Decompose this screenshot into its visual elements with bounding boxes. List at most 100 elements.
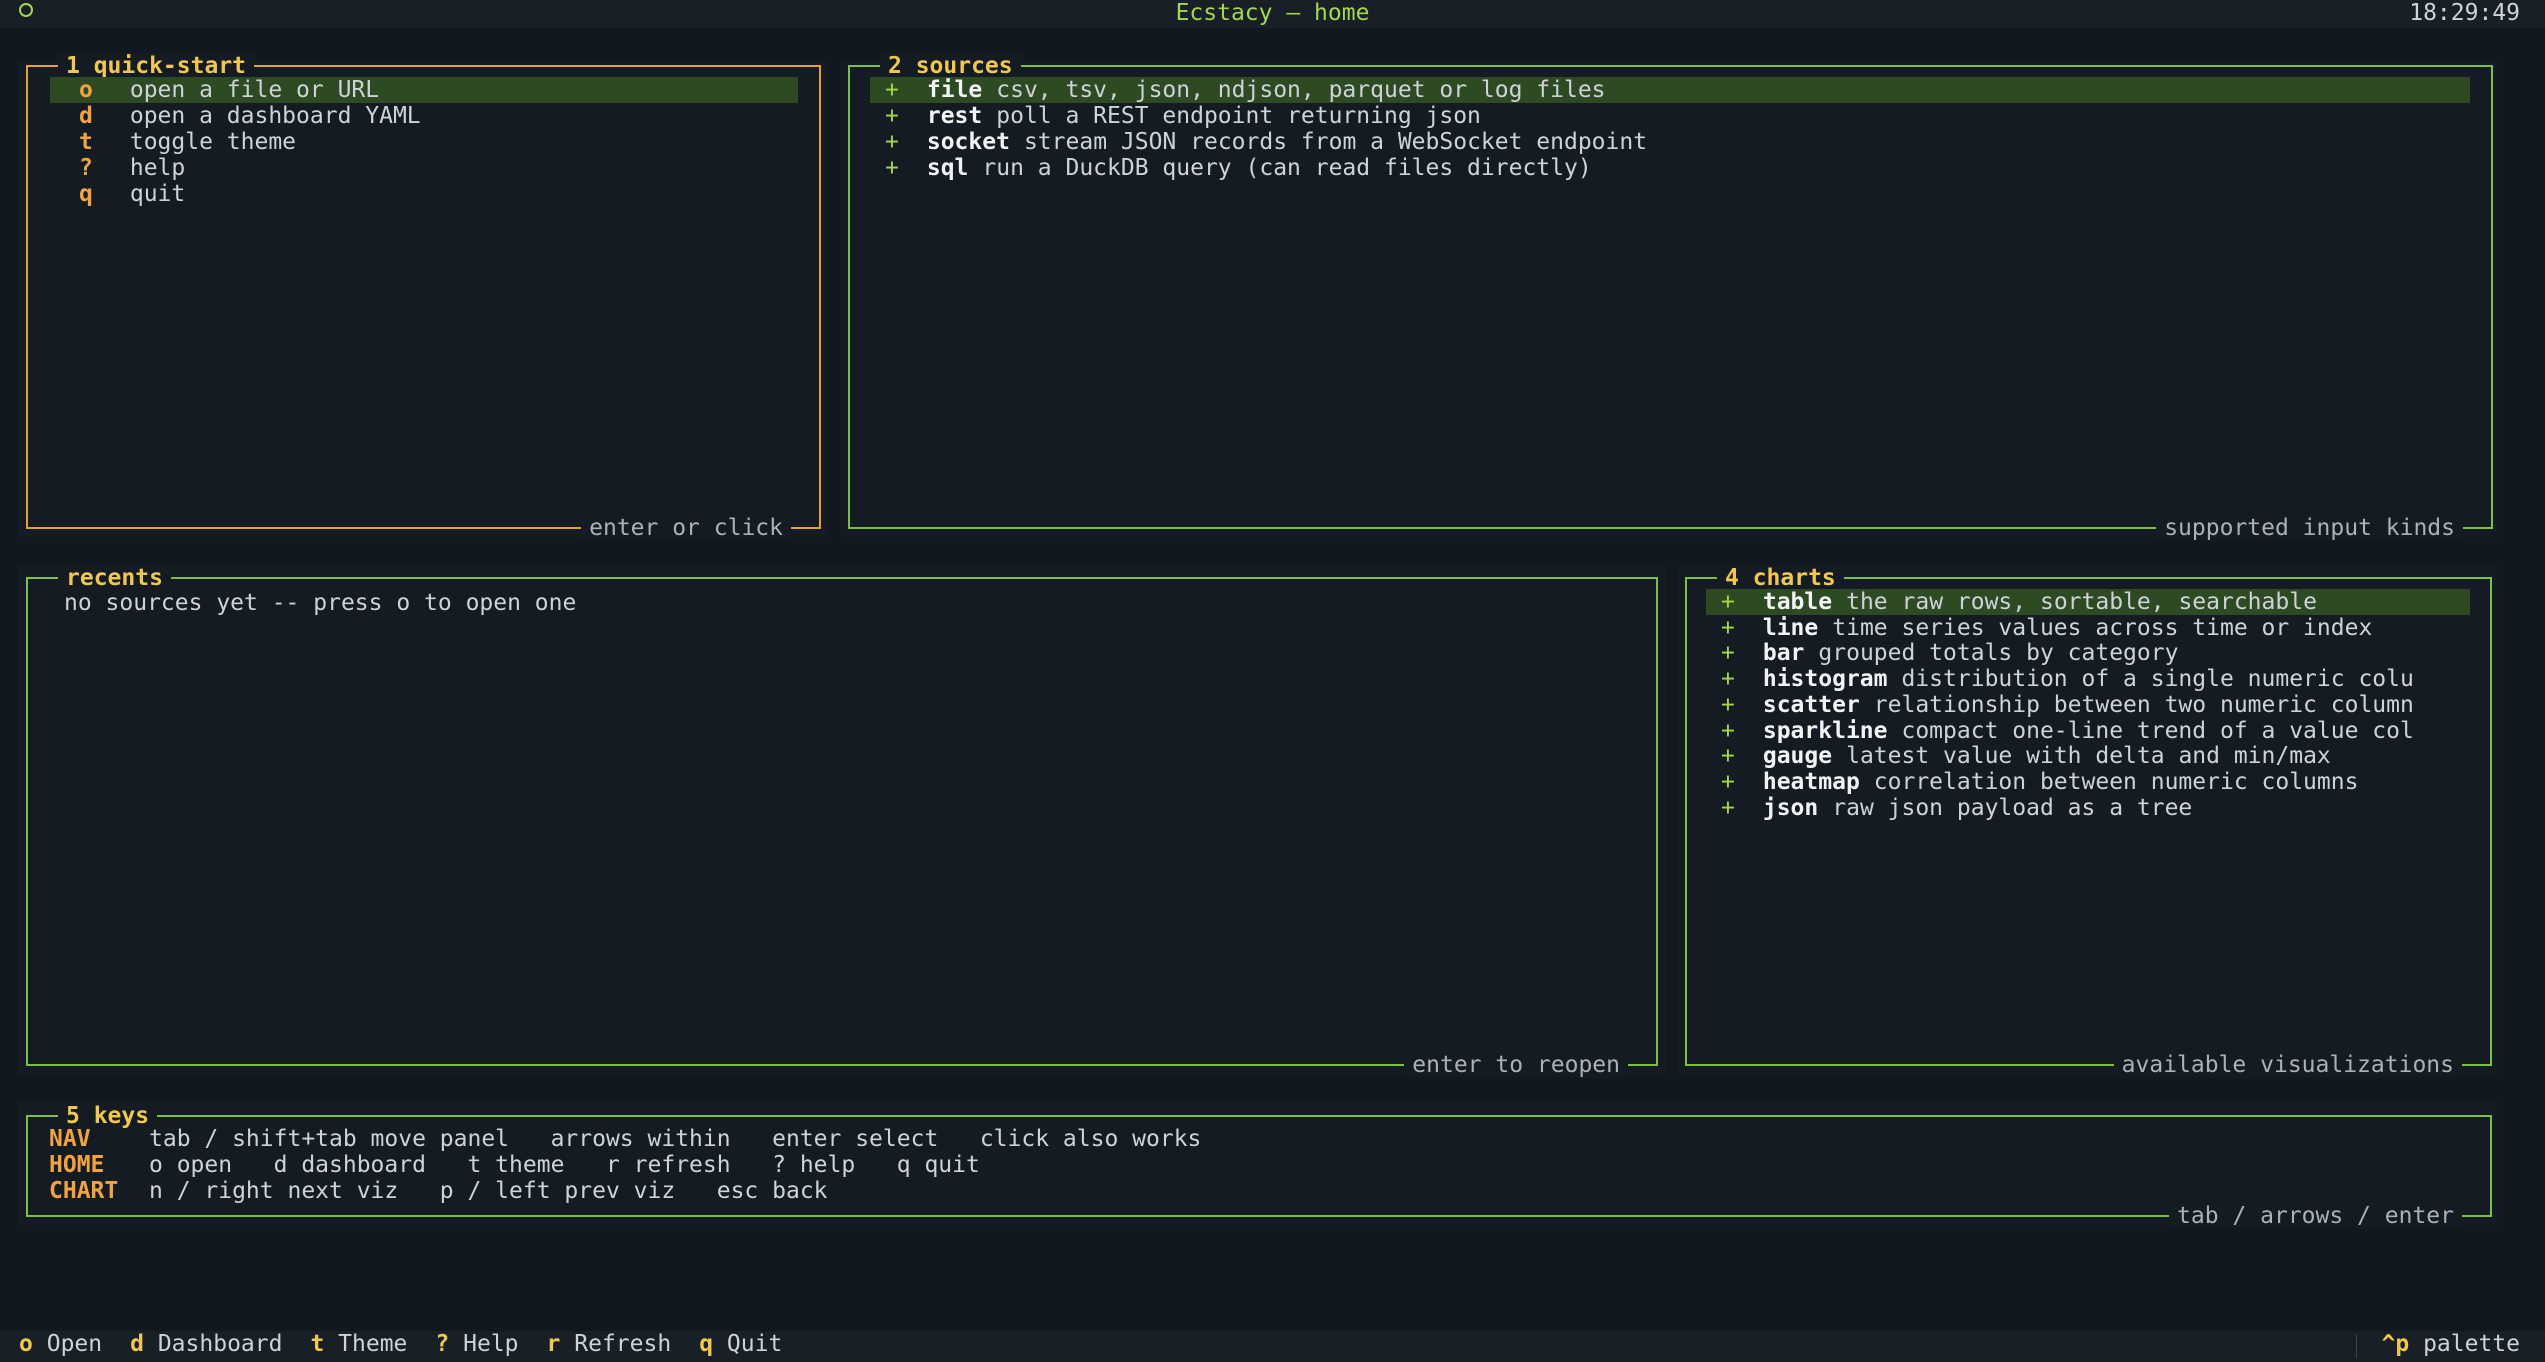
keys-text: n / right next viz p / left prev viz esc… <box>149 1178 828 1204</box>
clock: 18:29:49 <box>2409 0 2520 26</box>
chart-item-heatmap[interactable]: + heatmap correlation between numeric colu… <box>1706 769 2358 795</box>
source-name: file <box>926 77 983 103</box>
divider <box>2356 1334 2357 1358</box>
source-item-rest[interactable]: + rest poll a REST endpoint returning json <box>870 103 1481 129</box>
quickstart-key: d <box>79 103 93 129</box>
statusbar-key: r <box>546 1331 561 1357</box>
chart-item-sparkline[interactable]: + sparkline compact one-line trend of a va… <box>1706 718 2414 744</box>
quickstart-key: ? <box>79 155 93 181</box>
chart-desc: time series values across time or index <box>1832 614 2373 641</box>
statusbar-key: d <box>130 1331 144 1357</box>
quickstart-label: open a file or URL <box>129 77 380 103</box>
add-icon: + <box>885 155 899 181</box>
source-desc: run a DuckDB query (can read files direc… <box>982 155 1592 181</box>
recents-panel[interactable]: recents enter to reopen <box>26 565 1658 1078</box>
panel-footer: available visualizations <box>2113 1052 2462 1078</box>
statusbar-quit-button[interactable]: q Quit <box>699 1331 782 1357</box>
panel-footer: tab / arrows / enter <box>2169 1203 2462 1229</box>
chart-name: line <box>1762 614 1819 641</box>
statusbar-open-button[interactable]: o Open <box>19 1331 102 1357</box>
panel-title: 2 sources <box>880 53 1021 79</box>
add-icon: + <box>1721 717 1735 744</box>
quickstart-label: toggle theme <box>129 129 297 155</box>
keys-section-label: CHART <box>49 1178 119 1204</box>
panel-footer: enter or click <box>581 515 791 541</box>
chart-desc: correlation between numeric columns <box>1873 768 2359 795</box>
chart-item-histogram[interactable]: + histogram distribution of a single numer… <box>1706 666 2414 692</box>
title-bar: Ecstacy — home 18:29:49 <box>0 0 2545 28</box>
chart-item-line[interactable]: + line time series values across time or i… <box>1706 615 2372 641</box>
source-name: rest <box>926 103 983 129</box>
chart-item-json[interactable]: + json raw json payload as a tree <box>1706 795 2192 821</box>
add-icon: + <box>1721 640 1735 667</box>
statusbar-key: ? <box>435 1331 450 1357</box>
quickstart-label: help <box>129 155 186 181</box>
chart-item-bar[interactable]: + bar grouped totals by category <box>1706 640 2178 666</box>
chart-item-gauge[interactable]: + gauge latest value with delta and min/ma… <box>1706 743 2331 769</box>
quickstart-key: o <box>79 77 93 103</box>
palette-label: palette <box>2423 1331 2520 1357</box>
source-desc: stream JSON records from a WebSocket end… <box>1023 129 1648 155</box>
add-icon: + <box>885 103 899 129</box>
panel-footer: enter to reopen <box>1404 1052 1628 1078</box>
statusbar-theme-button[interactable]: t Theme <box>310 1331 407 1357</box>
chart-name: gauge <box>1762 743 1833 770</box>
status-bar: o Open d Dashboard t Theme ? Help r Refresh q… <box>0 1331 2545 1362</box>
quickstart-item-1[interactable]: d open a dashboard YAML <box>50 103 421 129</box>
command-palette-button[interactable]: ^p palette <box>2382 1331 2521 1357</box>
source-desc: poll a REST endpoint returning json <box>996 103 1481 129</box>
chart-name: sparkline <box>1762 717 1888 744</box>
add-icon: + <box>885 129 899 155</box>
keys-row-home: HOME o open d dashboard t theme r refresh… <box>49 1152 980 1178</box>
quickstart-item-0[interactable]: o open a file or URL <box>50 77 798 103</box>
chart-item-scatter[interactable]: + scatter relationship between two numeric… <box>1706 692 2414 718</box>
source-desc: csv, tsv, json, ndjson, parquet or log f… <box>996 77 1606 103</box>
statusbar-help-button[interactable]: ? Help <box>435 1331 518 1357</box>
chart-desc: relationship between two numeric column <box>1873 691 2414 718</box>
palette-key: ^p <box>2381 1331 2410 1357</box>
statusbar-label: Dashboard <box>157 1331 283 1357</box>
panel-title: 1 quick-start <box>58 53 255 79</box>
statusbar-label: Theme <box>338 1331 408 1357</box>
add-icon: + <box>1721 589 1735 615</box>
statusbar-key: q <box>699 1331 714 1357</box>
keys-section-label: NAV <box>49 1126 91 1152</box>
chart-item-table[interactable]: + table the raw rows, sortable, searchable <box>1706 589 2470 615</box>
chart-name: scatter <box>1762 691 1860 718</box>
chart-desc: distribution of a single numeric colu <box>1901 666 2414 693</box>
add-icon: + <box>1721 614 1735 641</box>
statusbar-dashboard-button[interactable]: d Dashboard <box>130 1331 282 1357</box>
chart-desc: latest value with delta and min/max <box>1846 743 2331 770</box>
chart-name: table <box>1762 589 1833 615</box>
quickstart-item-2[interactable]: t toggle theme <box>50 129 296 155</box>
quickstart-key: q <box>79 181 93 207</box>
source-name: socket <box>926 129 1010 155</box>
statusbar-label: Refresh <box>574 1331 672 1357</box>
keybinding-list: o Open d Dashboard t Theme ? Help r Refresh q… <box>19 1331 810 1357</box>
add-icon: + <box>1721 768 1735 795</box>
source-item-sql[interactable]: + sql run a DuckDB query (can read files d… <box>870 155 1592 181</box>
keys-row-nav: NAV tab / shift+tab move panel arrows wit… <box>49 1126 1201 1152</box>
source-item-socket[interactable]: + socket stream JSON records from a WebSoc… <box>870 129 1647 155</box>
chart-name: heatmap <box>1762 768 1860 795</box>
quickstart-item-4[interactable]: q quit <box>50 181 185 207</box>
statusbar-refresh-button[interactable]: r Refresh <box>547 1331 672 1357</box>
keys-row-chart: CHART n / right next viz p / left prev vi… <box>49 1178 828 1204</box>
statusbar-key: o <box>19 1331 33 1357</box>
quickstart-item-3[interactable]: ? help <box>50 155 185 181</box>
panel-title: recents <box>58 565 171 591</box>
chart-name: bar <box>1762 640 1805 667</box>
add-icon: + <box>1721 743 1735 770</box>
keys-text: o open d dashboard t theme r refresh ? h… <box>149 1152 980 1178</box>
statusbar-key: t <box>310 1331 325 1357</box>
add-icon: + <box>885 77 899 103</box>
chart-desc: compact one-line trend of a value col <box>1901 717 2414 744</box>
statusbar-label: Open <box>46 1331 103 1357</box>
keys-section-label: HOME <box>49 1152 105 1178</box>
panel-title: 4 charts <box>1717 565 1844 591</box>
add-icon: + <box>1721 691 1735 718</box>
chart-desc: grouped totals by category <box>1818 640 2179 667</box>
source-item-file[interactable]: + file csv, tsv, json, ndjson, parquet or … <box>870 77 2470 103</box>
add-icon: + <box>1721 666 1735 693</box>
panel-footer: supported input kinds <box>2156 515 2463 541</box>
